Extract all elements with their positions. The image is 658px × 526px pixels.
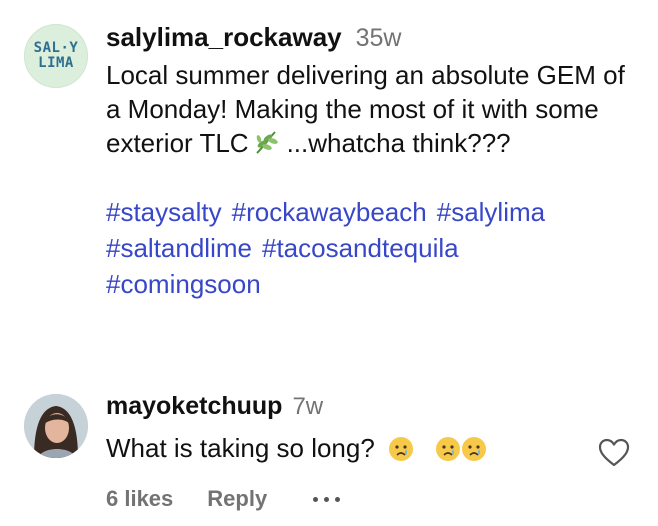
hashtag-link[interactable]: #salylima bbox=[437, 197, 545, 227]
hashtag-row: #saltandlime #tacosandtequila bbox=[106, 230, 636, 266]
reply-button[interactable]: Reply bbox=[207, 486, 267, 512]
comment-meta: mayoketchuup 7w bbox=[106, 392, 586, 430]
hashtag-row: #staysalty #rockawaybeach #salylima bbox=[106, 194, 636, 230]
post-username[interactable]: salylima_rockaway bbox=[106, 22, 342, 53]
crying-face-icon bbox=[462, 437, 487, 461]
hashtag-row: #comingsoon bbox=[106, 266, 636, 302]
herb-icon bbox=[255, 131, 278, 154]
hashtag-link[interactable]: #tacosandtequila bbox=[262, 233, 459, 263]
comment-timestamp[interactable]: 7w bbox=[292, 393, 323, 421]
comment-text-content: What is taking so long? bbox=[106, 433, 375, 463]
likes-count[interactable]: 6 likes bbox=[106, 486, 173, 512]
hashtag-list: #staysalty #rockawaybeach #salylima #salta… bbox=[106, 194, 636, 302]
caption-text: Local summer delivering an absolute GEM … bbox=[106, 58, 636, 160]
comment-text: What is taking so long? bbox=[106, 430, 586, 466]
caption-part-2: ...whatcha think??? bbox=[286, 128, 511, 158]
crying-face-icon bbox=[389, 437, 414, 461]
hashtag-link[interactable]: #rockawaybeach bbox=[232, 197, 427, 227]
hashtag-link[interactable]: #comingsoon bbox=[106, 269, 261, 299]
post-body: salylima_rockaway 35w Local summer deliv… bbox=[106, 22, 636, 302]
more-dots-icon[interactable] bbox=[313, 496, 341, 502]
dot bbox=[335, 496, 341, 502]
dot bbox=[313, 496, 319, 502]
comment-username[interactable]: mayoketchuup bbox=[106, 392, 282, 421]
user-photo-icon bbox=[24, 394, 88, 458]
hashtag-link[interactable]: #saltandlime bbox=[106, 233, 252, 263]
hashtag-link[interactable]: #staysalty bbox=[106, 197, 222, 227]
commenter-avatar[interactable] bbox=[24, 394, 88, 458]
salylima-avatar[interactable]: SAL·Y LIMA bbox=[24, 24, 88, 88]
logo-line-2: LIMA bbox=[38, 55, 74, 71]
post-timestamp[interactable]: 35w bbox=[356, 24, 402, 53]
comment-body: mayoketchuup 7w What is taking so long? bbox=[106, 392, 586, 466]
comment-actions: 6 likes Reply bbox=[106, 486, 341, 512]
post-meta: salylima_rockaway 35w bbox=[106, 22, 636, 60]
crying-face-icon bbox=[436, 437, 461, 461]
dot bbox=[324, 496, 330, 502]
heart-outline-icon[interactable] bbox=[598, 438, 630, 468]
logo-line-1: SAL·Y bbox=[33, 40, 79, 56]
